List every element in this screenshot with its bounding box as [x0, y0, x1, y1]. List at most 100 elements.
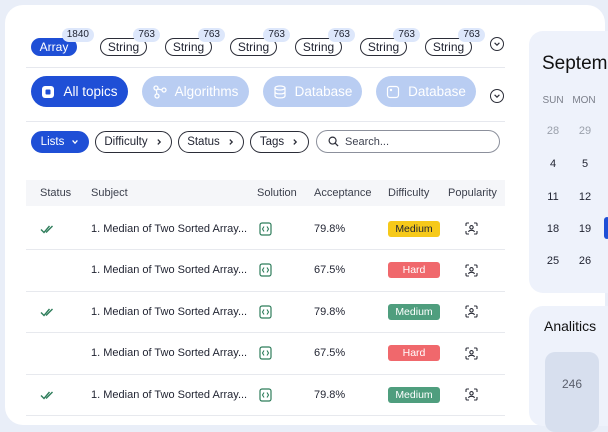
difficulty-badge: Medium [388, 386, 440, 403]
weekday-label: MON [572, 95, 596, 106]
solved-check-icon [40, 308, 53, 317]
subject-link[interactable]: 1. Median of Two Sorted Array... [91, 333, 247, 374]
tag-label: String [367, 40, 400, 54]
topic-label: All topics [63, 84, 118, 99]
database-icon [273, 84, 286, 98]
difficulty-cell: Hard [388, 333, 440, 374]
solution-button[interactable] [259, 374, 272, 415]
popularity-icon [465, 388, 478, 401]
chevron-right-icon [156, 139, 161, 145]
selected-day-marker[interactable] [604, 217, 608, 239]
subject-link[interactable]: 1. Median of Two Sorted Array... [91, 208, 247, 249]
tag-label: String [172, 40, 205, 54]
tag-label: String [302, 40, 335, 54]
tag-count: 763 [263, 28, 290, 42]
tag-chip-string[interactable]: String 763 [360, 28, 420, 56]
solution-icon [259, 304, 272, 319]
topic-algorithms[interactable]: Algorithms [142, 76, 249, 107]
subject-link[interactable]: 1. Median of Two Sorted Array... [91, 250, 247, 291]
topic-database[interactable]: Database [263, 76, 362, 107]
solution-icon [259, 263, 272, 277]
subject-link[interactable]: 1. Median of Two Sorted Array... [91, 374, 247, 415]
search-input[interactable] [345, 135, 485, 148]
table-row[interactable]: 1. Median of Two Sorted Array... 67.5% Har… [26, 333, 505, 375]
analytics-title: Analitics [544, 318, 597, 334]
filter-tags[interactable]: Tags [250, 131, 309, 153]
filter-lists[interactable]: Lists [31, 131, 89, 153]
column-header-difficulty[interactable]: Difficulty [388, 180, 429, 206]
calendar-day[interactable]: 18 [538, 223, 568, 235]
calendar-day[interactable]: 29 [570, 125, 600, 137]
calendar-day[interactable]: 12 [570, 191, 600, 203]
table-row[interactable]: 1. Median of Two Sorted Array... 67.5% Har… [26, 250, 505, 292]
topic-all-topics[interactable]: All topics [31, 76, 128, 107]
solution-button[interactable] [259, 250, 272, 291]
tag-chip-string[interactable]: String 763 [165, 28, 225, 56]
analytics-stat-card: 246 [545, 352, 599, 432]
status-cell [40, 374, 56, 415]
expand-tags-button[interactable] [490, 37, 504, 51]
calendar-day[interactable]: 28 [538, 125, 568, 137]
popularity-icon [465, 263, 478, 277]
column-header-popularity[interactable]: Popularity [448, 180, 497, 206]
calendar-panel: Septem SUN MON 28 29 4 5 11 12 18 19 25 … [529, 31, 608, 293]
popularity-icon [465, 222, 478, 235]
column-header-solution[interactable]: Solution [257, 180, 297, 206]
expand-topics-button[interactable] [490, 89, 504, 103]
table-row[interactable]: 1. Median of Two Sorted Array... 79.8% Med… [26, 208, 505, 250]
filter-difficulty[interactable]: Difficulty [95, 131, 172, 153]
column-header-subject[interactable]: Subject [91, 180, 128, 206]
tag-label: String [237, 40, 270, 54]
tag-chip-string[interactable]: String 763 [425, 28, 485, 56]
popularity-button[interactable] [465, 291, 478, 332]
filter-status[interactable]: Status [178, 131, 244, 153]
weekday-label: SUN [542, 95, 564, 106]
tag-count: 763 [458, 28, 485, 42]
table-row[interactable]: 1. Median of Two Sorted Array... 79.8% Med… [26, 374, 505, 416]
database-window-icon [386, 85, 400, 98]
solution-button[interactable] [259, 208, 272, 249]
popularity-button[interactable] [465, 333, 478, 374]
column-header-acceptance[interactable]: Acceptance [314, 180, 371, 206]
popularity-button[interactable] [465, 208, 478, 249]
difficulty-cell: Hard [388, 250, 440, 291]
search-box[interactable] [316, 130, 500, 153]
solution-button[interactable] [259, 291, 272, 332]
chevron-right-icon [293, 139, 298, 145]
divider [26, 121, 505, 122]
solution-button[interactable] [259, 333, 272, 374]
chevron-down-icon [494, 42, 500, 47]
calendar-day[interactable]: 19 [570, 223, 600, 235]
tag-chip-string[interactable]: String 763 [230, 28, 290, 56]
grid-icon [42, 85, 55, 98]
solved-check-icon [40, 391, 53, 400]
tag-chip-array[interactable]: Array 1840 [31, 28, 94, 56]
table-row[interactable]: 1. Median of Two Sorted Array... 79.8% Med… [26, 291, 505, 333]
popularity-button[interactable] [465, 374, 478, 415]
tag-chip-string[interactable]: String 763 [295, 28, 355, 56]
filter-label: Lists [40, 136, 65, 148]
analytics-panel: Analitics 246 [529, 306, 608, 432]
calendar-day[interactable]: 4 [538, 158, 568, 170]
topic-label: Algorithms [174, 84, 239, 99]
divider [26, 67, 505, 68]
subject-link[interactable]: 1. Median of Two Sorted Array... [91, 291, 247, 332]
calendar-month-title: Septem [542, 53, 608, 74]
calendar-day[interactable]: 11 [538, 191, 568, 203]
solution-icon [259, 346, 272, 360]
status-cell [40, 208, 56, 249]
status-cell [40, 291, 56, 332]
popularity-icon [465, 305, 478, 318]
calendar-day[interactable]: 25 [538, 255, 568, 267]
tag-chip-string[interactable]: String 763 [100, 28, 160, 56]
tag-label: String [107, 40, 140, 54]
tag-count: 763 [198, 28, 225, 42]
column-header-status[interactable]: Status [40, 180, 71, 206]
chevron-down-icon [72, 139, 79, 145]
popularity-button[interactable] [465, 250, 478, 291]
calendar-day[interactable]: 26 [570, 255, 600, 267]
calendar-day[interactable]: 5 [570, 158, 600, 170]
tag-count: 763 [393, 28, 420, 42]
topic-database-2[interactable]: Database [376, 76, 476, 107]
tag-label: Array [39, 40, 69, 54]
